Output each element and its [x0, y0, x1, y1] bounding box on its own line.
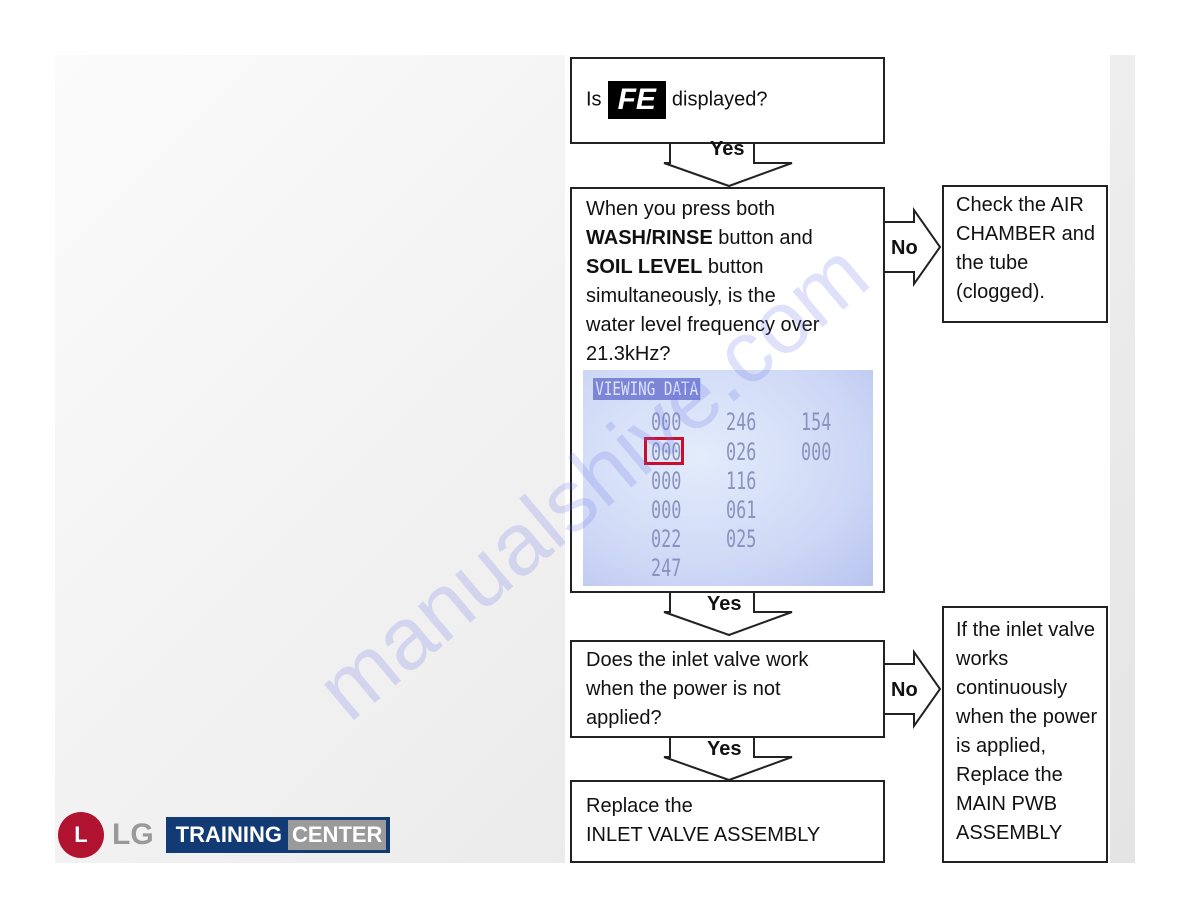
training-center-badge: TRAINING CENTER — [165, 817, 391, 853]
end-line: Replace the — [586, 795, 693, 817]
q1-prefix: Is — [586, 88, 602, 111]
center-text: CENTER — [288, 820, 387, 850]
lcd-value: 000 — [651, 496, 682, 524]
lg-face-icon: L — [58, 812, 104, 858]
air-chamber-box: Check the AIR CHAMBER and the tube (clog… — [942, 185, 1108, 323]
lcd-value: 061 — [726, 496, 757, 524]
lcd-value: 025 — [726, 525, 757, 553]
q1-suffix: displayed? — [671, 88, 768, 111]
no-label: No — [891, 679, 918, 701]
yes-label: Yes — [707, 738, 742, 760]
question-fe-box: Is FE displayed? — [570, 57, 885, 144]
lcd-value: 247 — [651, 554, 682, 582]
lg-training-center-logo: L LG TRAINING CENTER — [58, 810, 391, 860]
lcd-value: 022 — [651, 525, 682, 553]
fe-code: FE — [607, 81, 666, 119]
training-text: TRAINING — [175, 822, 282, 847]
inlet-valve-question-box: Does the inlet valve work when the power… — [570, 640, 885, 738]
replace-main-pwb-box: If the inlet valve works continuously wh… — [942, 606, 1108, 863]
lcd-value: 116 — [726, 467, 757, 495]
yes-label: Yes — [707, 593, 742, 615]
q2-line: When you press both — [586, 198, 775, 220]
no-label: No — [891, 237, 918, 259]
lcd-value: 154 — [801, 408, 832, 436]
end-line: INLET VALVE ASSEMBLY — [586, 824, 821, 846]
lcd-value: 026 — [726, 438, 757, 466]
lg-brand: LG — [112, 818, 154, 851]
replace-inlet-valve-box: Replace the INLET VALVE ASSEMBLY — [570, 780, 885, 863]
lcd-value: 000 — [801, 438, 832, 466]
yes-label: Yes — [710, 138, 745, 160]
